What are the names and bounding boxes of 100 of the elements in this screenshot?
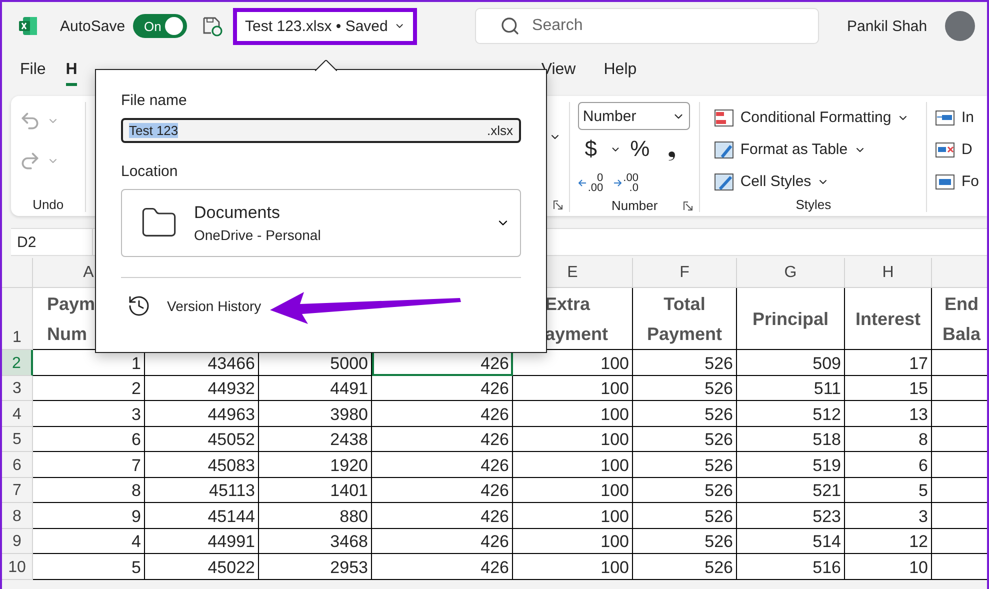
table-cell: 8 xyxy=(33,478,145,503)
table-cell: 44932 xyxy=(145,376,259,401)
header-cell: Total Payment xyxy=(633,288,737,350)
delete-cells-icon xyxy=(935,140,956,158)
cells-menu-button[interactable]: In xyxy=(935,102,979,133)
avatar xyxy=(945,11,976,41)
column-header: H xyxy=(845,258,932,288)
number-format-select[interactable]: Number xyxy=(578,102,690,130)
table-cell: 526 xyxy=(633,478,737,503)
table-cell: 512 xyxy=(737,401,845,426)
decrease-decimal-button[interactable]: .00 .0 xyxy=(613,173,638,193)
ribbon-tab[interactable]: H xyxy=(66,56,78,86)
table-cell: 426 xyxy=(372,401,513,426)
row-header: 10 xyxy=(2,554,33,580)
row-header: 3 xyxy=(2,376,33,401)
table-cell: 100 xyxy=(513,503,633,528)
styles-menu-button[interactable]: Format as Table xyxy=(714,134,918,165)
table-cell: 3 xyxy=(33,401,145,426)
table-cell: 13 xyxy=(845,401,932,426)
styles-menu-button[interactable]: Cell Styles xyxy=(714,166,918,197)
table-cell: 8 xyxy=(845,426,932,452)
history-icon xyxy=(127,294,151,318)
table-cell: 509 xyxy=(737,350,845,376)
dialog-launcher-icon[interactable] xyxy=(683,201,694,211)
autosave-toggle[interactable]: On xyxy=(133,14,188,38)
table-cell: 6 xyxy=(33,426,145,452)
arrow-left-icon xyxy=(578,179,587,187)
cells-menu-button[interactable]: Fo xyxy=(935,166,979,197)
save-sync-icon[interactable] xyxy=(201,15,224,37)
table-cell: 516 xyxy=(737,554,845,580)
group-label: Undo xyxy=(32,197,65,212)
table-cell: 45022 xyxy=(145,554,259,580)
table-cell: 880 xyxy=(259,503,372,528)
table-cell: 100 xyxy=(513,452,633,478)
table-cell: 6 xyxy=(845,452,932,478)
number-format-button[interactable]: $ xyxy=(578,136,604,162)
table-format-icon xyxy=(714,140,734,158)
insert-cells-icon xyxy=(935,108,956,126)
header-cell: Interest xyxy=(845,288,932,350)
format-cells-icon xyxy=(935,172,956,190)
table-cell: 1920 xyxy=(259,452,372,478)
cells-menu-button[interactable]: D xyxy=(935,134,979,165)
number-format-button[interactable]: ❟ xyxy=(658,136,685,162)
table-cell: 5 xyxy=(845,478,932,503)
row-header: 8 xyxy=(2,503,33,528)
spreadsheet-app-icon xyxy=(18,16,38,36)
table-cell: 426 xyxy=(372,350,513,376)
dialog-launcher-icon[interactable] xyxy=(552,200,563,210)
ribbon-tab[interactable]: Help xyxy=(604,56,637,86)
table-cell: 521 xyxy=(737,478,845,503)
row-header: 9 xyxy=(2,528,33,554)
table-cell: 526 xyxy=(633,376,737,401)
file-title-button[interactable]: Test 123.xlsx • Saved xyxy=(233,8,418,44)
table-cell: 518 xyxy=(737,426,845,452)
table-cell: 9 xyxy=(33,503,145,528)
header-cell: Principal xyxy=(737,288,845,350)
number-format-button[interactable]: % xyxy=(626,136,653,162)
table-cell: 511 xyxy=(737,376,845,401)
table-cell: 45144 xyxy=(145,503,259,528)
field-label: File name xyxy=(121,92,188,109)
table-cell: 12 xyxy=(845,528,932,554)
field-label: Location xyxy=(121,163,179,180)
location-dropdown[interactable]: Documents OneDrive - Personal xyxy=(121,189,521,257)
group-label: Styles xyxy=(794,197,832,212)
table-cell: 526 xyxy=(633,401,737,426)
table-cell: 17 xyxy=(845,350,932,376)
table-cell: 100 xyxy=(513,554,633,580)
table-cell: 514 xyxy=(737,528,845,554)
row-header: 4 xyxy=(2,401,33,426)
row-header: 2 xyxy=(2,350,33,376)
name-box[interactable]: D2 xyxy=(11,229,93,255)
table-cell: 426 xyxy=(372,554,513,580)
file-name-field[interactable]: Test 123 .xlsx xyxy=(121,118,521,143)
table-cell: 2953 xyxy=(259,554,372,580)
table-cell: 44991 xyxy=(145,528,259,554)
table-cell: 526 xyxy=(633,554,737,580)
table-cell: 426 xyxy=(372,503,513,528)
table-cell: 426 xyxy=(372,376,513,401)
row-header: 7 xyxy=(2,478,33,503)
table-cell: 100 xyxy=(513,376,633,401)
table-cell: 3468 xyxy=(259,528,372,554)
table-cell: 4 xyxy=(33,528,145,554)
table-cell: 426 xyxy=(372,478,513,503)
search-field[interactable]: Search xyxy=(475,8,820,44)
table-cell: 526 xyxy=(633,503,737,528)
ribbon-tab[interactable]: File xyxy=(20,56,46,86)
arrow-right-icon xyxy=(613,179,622,187)
table-cell: 519 xyxy=(737,452,845,478)
column-header: G xyxy=(737,258,845,288)
table-cell: 426 xyxy=(372,528,513,554)
conditional-format-icon xyxy=(714,108,734,126)
user-name: Pankil Shah xyxy=(847,18,928,34)
row-header: 5 xyxy=(2,426,33,452)
column-header: F xyxy=(633,258,737,288)
table-cell: 426 xyxy=(372,426,513,452)
increase-decimal-button[interactable]: 0 .00 xyxy=(578,173,604,193)
styles-menu-button[interactable]: Conditional Formatting xyxy=(714,102,918,133)
table-cell: 526 xyxy=(633,452,737,478)
table-cell: 100 xyxy=(513,478,633,503)
table-cell: 7 xyxy=(33,452,145,478)
